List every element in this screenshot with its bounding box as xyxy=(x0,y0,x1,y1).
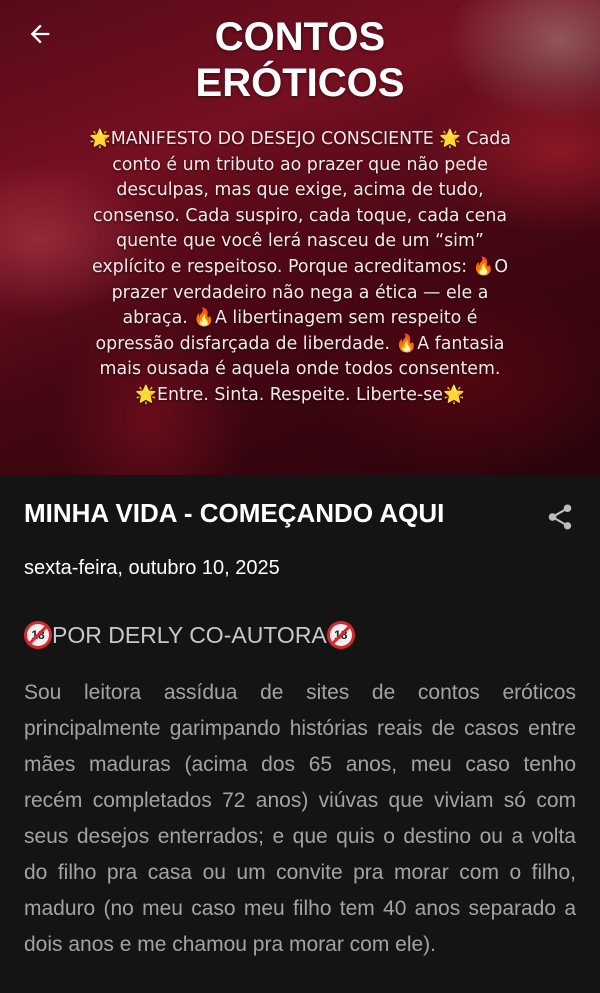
blog-title[interactable]: CONTOS ERÓTICOS xyxy=(100,14,500,106)
blog-title-line1: CONTOS xyxy=(214,15,386,59)
arrow-left-icon xyxy=(30,24,50,44)
age-18-icon: 18 xyxy=(326,621,355,649)
post-subheading-text: POR DERLY CO-AUTORA xyxy=(52,622,327,648)
back-button[interactable] xyxy=(20,16,60,52)
post-body: Sou leitora assídua de sites de contos e… xyxy=(24,681,576,956)
blog-description: 🌟MANIFESTO DO DESEJO CONSCIENTE 🌟 Cada c… xyxy=(89,129,511,405)
post-subheading: 18 POR DERLY CO-AUTORA 18 xyxy=(24,619,576,651)
share-icon xyxy=(548,504,572,530)
post-date: sexta-feira, outubro 10, 2025 xyxy=(24,557,280,579)
share-button[interactable] xyxy=(540,497,580,537)
blog-header: CONTOS ERÓTICOS 🌟MANIFESTO DO DESEJO CON… xyxy=(0,0,600,475)
age-18-icon: 18 xyxy=(24,621,52,649)
post-title[interactable]: MINHA VIDA - COMEÇANDO AQUI xyxy=(24,497,504,529)
blog-title-line2: ERÓTICOS xyxy=(195,61,405,105)
